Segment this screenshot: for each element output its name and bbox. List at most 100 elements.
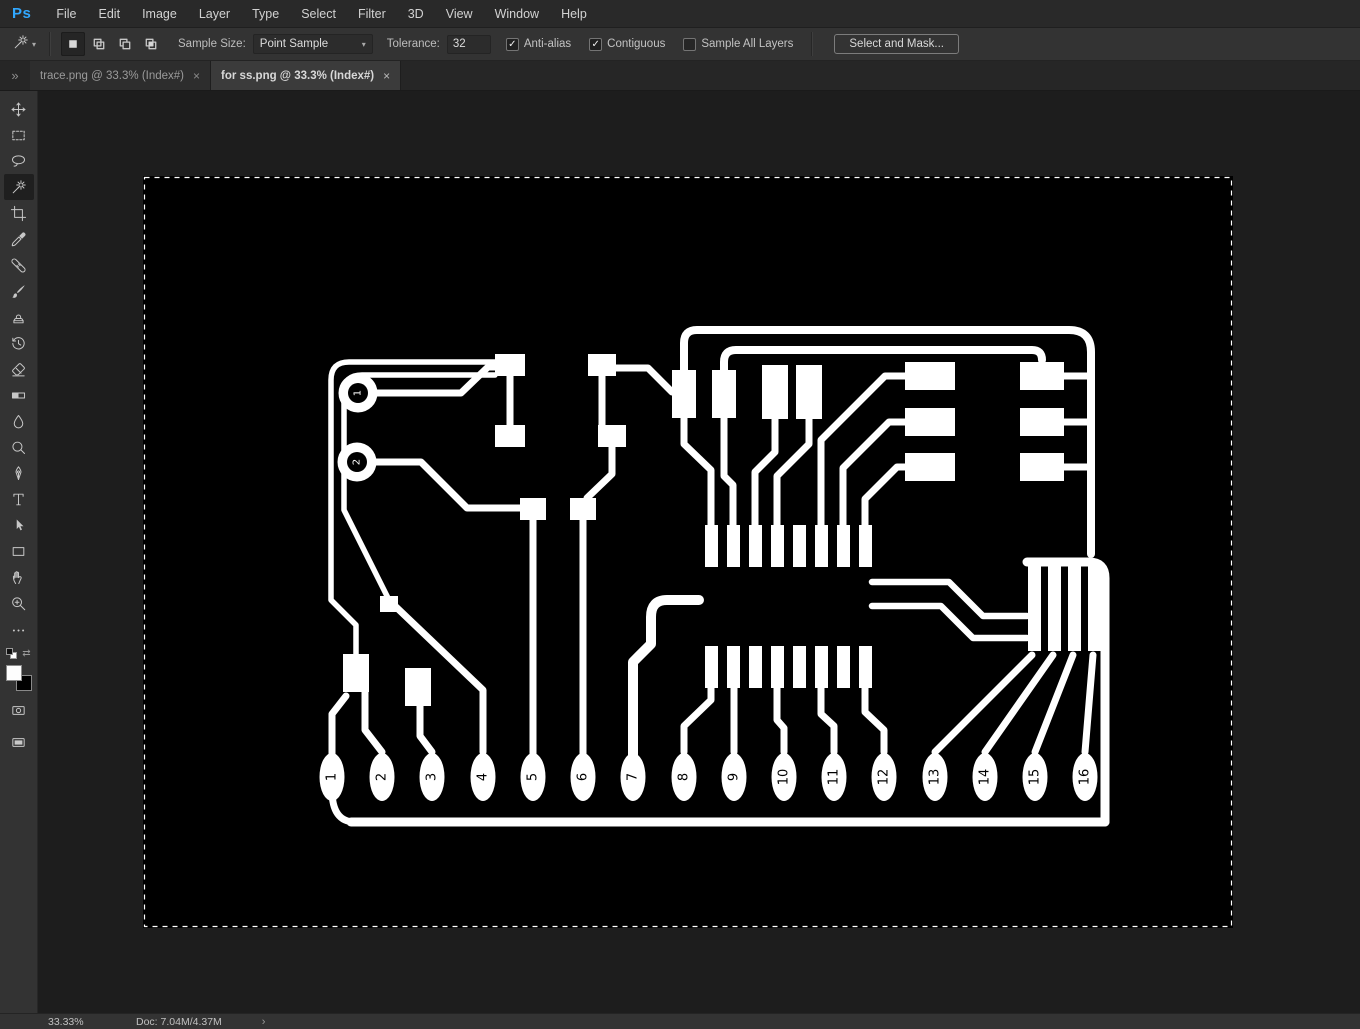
hand-tool[interactable] (4, 564, 34, 590)
status-menu-chevron-icon[interactable]: › (262, 1016, 266, 1028)
separator (811, 32, 814, 56)
menu-edit[interactable]: Edit (88, 7, 132, 21)
eyedropper-tool[interactable] (4, 226, 34, 252)
close-tab-icon[interactable]: × (193, 69, 200, 83)
checkbox-group: ✓ Anti-alias ✓ Contiguous Sample All Layers (497, 37, 803, 51)
document-tabs: trace.png @ 33.3% (Index#) × for ss.png @ … (30, 61, 402, 90)
blur-icon (13, 414, 24, 428)
path-selection-tool[interactable] (4, 512, 34, 538)
rectangular-marquee-tool[interactable] (4, 122, 34, 148)
menu-select[interactable]: Select (290, 7, 347, 21)
move-tool[interactable] (4, 96, 34, 122)
document-size-info: Doc: 7.04M/4.37M (136, 1015, 222, 1028)
lasso-icon (11, 154, 26, 167)
checkbox-sample-all-layers[interactable]: Sample All Layers (683, 37, 793, 51)
quick-mask-button[interactable] (4, 697, 34, 723)
close-tab-icon[interactable]: × (383, 69, 390, 83)
checkbox-anti-alias[interactable]: ✓ Anti-alias (505, 37, 571, 51)
brush-tool[interactable] (4, 278, 34, 304)
chevron-down-icon: ▾ (361, 39, 366, 49)
pen-icon (15, 465, 22, 480)
subtract-from-selection-button[interactable] (113, 32, 137, 56)
menu-bar: Ps File Edit Image Layer Type Select Filter 3D V… (0, 0, 1360, 28)
select-and-mask-button[interactable]: Select and Mask... (834, 34, 959, 54)
collapse-panels-icon[interactable]: » (0, 61, 30, 90)
new-selection-button[interactable] (61, 32, 86, 56)
rectangular-marquee-icon (12, 130, 25, 140)
svg-text:1: 1 (353, 390, 364, 396)
more-tools-tool[interactable] (4, 616, 34, 642)
eyedropper-icon (11, 232, 26, 246)
svg-text:3: 3 (425, 773, 440, 781)
canvas-area[interactable]: 12 1 2 3 4 5 6 7 8 9 10 11 12 13 14 15 16 (38, 91, 1360, 1013)
svg-text:2: 2 (352, 459, 363, 465)
tool-preset-dropdown[interactable]: ▾ (8, 32, 40, 56)
rectangle-tool[interactable] (4, 538, 34, 564)
menu-3d[interactable]: 3D (397, 7, 435, 21)
tolerance-label: Tolerance: (386, 38, 440, 50)
magic-wand-icon (14, 35, 28, 49)
screen-mode-button[interactable] (4, 729, 34, 755)
subtract-from-selection-icon (119, 38, 131, 50)
add-to-selection-icon (93, 38, 105, 50)
pcb-image[interactable]: 12 1 2 3 4 5 6 7 8 9 10 11 12 13 14 15 16 (143, 176, 1233, 928)
menu-help[interactable]: Help (550, 7, 598, 21)
checked-checkbox-icon: ✓ (505, 37, 519, 51)
intersect-selection-button[interactable] (139, 32, 163, 56)
new-selection-icon (69, 40, 77, 48)
checkbox-label: Contiguous (607, 38, 666, 50)
separator (49, 32, 52, 56)
history-brush-icon (12, 336, 25, 349)
svg-text:14: 14 (978, 769, 993, 786)
brush-icon (12, 284, 25, 298)
foreground-color-swatch[interactable] (5, 665, 22, 681)
blur-tool[interactable] (4, 408, 34, 434)
sample-size-dropdown[interactable]: Point Sample ▾ (252, 34, 373, 54)
intersect-selection-icon (145, 38, 157, 50)
default-colors-icon[interactable] (6, 648, 18, 659)
history-brush-tool[interactable] (4, 330, 34, 356)
checkbox-contiguous[interactable]: ✓ Contiguous (589, 37, 666, 51)
magic-wand-icon (12, 179, 26, 193)
pen-tool[interactable] (4, 460, 34, 486)
menu-layer[interactable]: Layer (188, 7, 241, 21)
hand-icon (12, 570, 22, 584)
magic-wand-tool[interactable] (3, 174, 34, 200)
document-tab-bar: » trace.png @ 33.3% (Index#) × for ss.png … (0, 61, 1360, 91)
eraser-tool[interactable] (4, 356, 34, 382)
move-icon (11, 102, 26, 116)
clone-stamp-tool[interactable] (4, 304, 34, 330)
menu-view[interactable]: View (435, 7, 484, 21)
type-tool[interactable] (4, 486, 34, 512)
menu-image[interactable]: Image (131, 7, 188, 21)
zoom-level-field[interactable]: 33.33% (0, 1016, 120, 1028)
checked-checkbox-icon: ✓ (589, 37, 603, 51)
document-tab-1[interactable]: trace.png @ 33.3% (Index#) × (30, 61, 212, 90)
rectangle-icon (12, 546, 25, 556)
zoom-tool[interactable] (4, 590, 34, 616)
sample-size-value: Point Sample (259, 38, 329, 50)
menu-type[interactable]: Type (241, 7, 290, 21)
swap-colors-icon[interactable]: ⇄ (22, 648, 30, 659)
spot-healing-brush-tool[interactable] (4, 252, 34, 278)
dodge-tool[interactable] (4, 434, 34, 460)
clone-stamp-icon (13, 314, 24, 323)
tolerance-input[interactable] (446, 34, 491, 54)
menu-file[interactable]: File (45, 7, 87, 21)
lasso-tool[interactable] (4, 148, 34, 174)
unchecked-checkbox-icon (683, 37, 697, 51)
crop-tool[interactable] (4, 200, 34, 226)
gradient-tool[interactable] (4, 382, 34, 408)
foreground-background-swatches[interactable] (5, 665, 32, 691)
svg-text:1: 1 (325, 773, 340, 781)
menu-filter[interactable]: Filter (347, 7, 397, 21)
svg-text:2: 2 (375, 773, 390, 781)
svg-text:10: 10 (777, 769, 792, 786)
document-image[interactable]: 12 1 2 3 4 5 6 7 8 9 10 11 12 13 14 15 16 (143, 176, 1233, 928)
zoom-icon (12, 596, 26, 610)
tool-list (3, 96, 34, 642)
menu-window[interactable]: Window (484, 7, 550, 21)
add-to-selection-button[interactable] (87, 32, 111, 56)
type-icon (13, 493, 24, 505)
document-tab-2[interactable]: for ss.png @ 33.3% (Index#) × (211, 61, 402, 90)
